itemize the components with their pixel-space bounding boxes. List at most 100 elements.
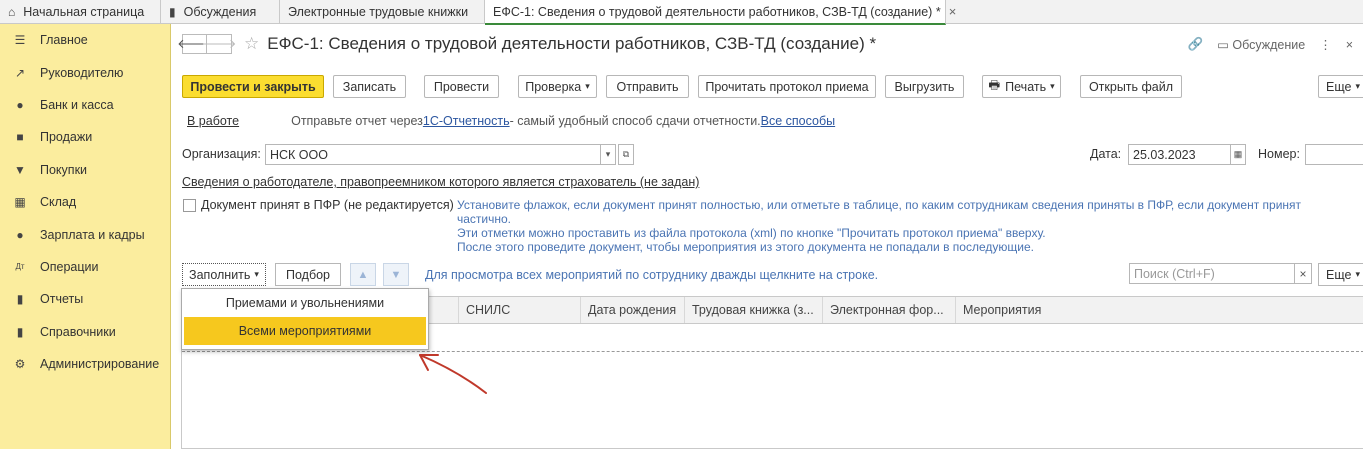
close-icon[interactable]: × <box>1346 38 1353 52</box>
chevron-down-icon: ▾ <box>1355 269 1360 279</box>
accepted-checkbox[interactable] <box>183 199 196 212</box>
dt-kt-icon: Дт <box>15 262 25 272</box>
employer-link[interactable]: Сведения о работодателе, правопреемником… <box>182 175 699 189</box>
sidebar-item-label: Главное <box>40 33 88 48</box>
check-button[interactable]: Проверка ▾ <box>518 75 597 98</box>
column-header[interactable]: Электронная фор... <box>822 297 955 323</box>
select-button[interactable]: Подбор <box>275 263 341 286</box>
menu-icon: ☰ <box>14 33 26 48</box>
sidebar-item-label: Банк и касса <box>40 97 114 112</box>
sidebar-item-label: Администрирование <box>40 357 160 372</box>
print-button[interactable]: 🖶 Печать ▾ <box>982 75 1061 98</box>
more-button[interactable]: Еще ▾ <box>1318 75 1363 98</box>
fill-label: Заполнить <box>189 267 251 282</box>
date-field[interactable]: 25.03.2023 <box>1128 144 1232 165</box>
check-label: Проверка <box>525 79 582 94</box>
form-header: 🡐 🡒 ☆ ЕФС-1: Сведения о трудовой деятель… <box>177 34 876 54</box>
tab-label: ЕФС-1: Сведения о трудовой деятельности … <box>493 4 941 19</box>
sidebar-item-manager[interactable]: ↗ Руководителю <box>0 56 170 88</box>
tab-label: Начальная страница <box>23 5 145 19</box>
coin-icon: ● <box>16 97 24 112</box>
print-label: Печать <box>1005 79 1047 94</box>
menu-item-hires-dismissals[interactable]: Приемами и увольнениями <box>182 289 428 317</box>
number-field[interactable] <box>1305 144 1363 165</box>
table-more-button[interactable]: Еще ▾ <box>1318 263 1363 286</box>
post-button[interactable]: Провести <box>424 75 499 98</box>
star-icon[interactable]: ☆ <box>244 34 259 54</box>
discussion-button[interactable]: ▭ Обсуждение <box>1217 37 1305 52</box>
chevron-down-icon: ▾ <box>1355 81 1360 91</box>
sidebar-item-label: Справочники <box>40 324 116 339</box>
trend-icon: ↗ <box>14 65 26 80</box>
bag-icon: ■ <box>16 130 24 145</box>
header-actions: 🔗 ▭ Обсуждение ⋮ × <box>1187 37 1353 52</box>
sidebar: ☰ Главное ↗ Руководителю ● Банк и касса ■ Пр… <box>0 24 171 449</box>
menu-item-all-events[interactable]: Всеми мероприятиями <box>184 317 426 345</box>
chat-icon: ▭ <box>1217 38 1229 52</box>
home-icon: ⌂ <box>8 5 16 19</box>
chevron-down-icon: ▾ <box>1050 81 1055 91</box>
sidebar-item-label: Операции <box>40 259 99 274</box>
sidebar-item-label: Покупки <box>40 162 88 177</box>
tab-label: Обсуждения <box>183 5 257 19</box>
sidebar-item-main[interactable]: ☰ Главное <box>0 24 170 56</box>
fill-button[interactable]: Заполнить ▾ <box>182 263 266 286</box>
sidebar-item-catalogs[interactable]: ▮ Справочники <box>0 316 170 348</box>
table-hint: Для просмотра всех мероприятий по сотруд… <box>425 268 879 282</box>
sidebar-item-reports[interactable]: ▮ Отчеты <box>0 283 170 315</box>
move-up-icon[interactable]: ▲ <box>350 263 376 286</box>
sidebar-item-sales[interactable]: ■ Продажи <box>0 121 170 153</box>
tab-bar: ⌂ Начальная страница ▮ Обсуждения Электр… <box>0 0 1363 25</box>
all-ways-link[interactable]: Все способы <box>761 114 835 128</box>
number-label: Номер: <box>1258 147 1300 161</box>
more-label: Еще <box>1326 267 1352 282</box>
column-header[interactable]: Дата рождения <box>580 297 684 323</box>
state-link[interactable]: В работе <box>187 114 239 128</box>
tab-efs1[interactable]: ЕФС-1: Сведения о трудовой деятельности … <box>485 0 956 25</box>
sidebar-item-purchases[interactable]: ▼ Покупки <box>0 154 170 186</box>
close-tab-icon[interactable]: × <box>949 4 957 19</box>
sidebar-item-label: Отчеты <box>40 292 84 307</box>
status-text: Отправьте отчет через <box>291 114 423 128</box>
column-header[interactable]: Трудовая книжка (з... <box>684 297 822 323</box>
column-header[interactable]: Мероприятия <box>955 297 1255 323</box>
sidebar-item-label: Зарплата и кадры <box>40 227 145 242</box>
org-field[interactable]: НСК ООО <box>265 144 601 165</box>
sidebar-item-label: Руководителю <box>40 65 124 80</box>
upload-button[interactable]: Выгрузить <box>885 75 964 98</box>
open-icon[interactable]: ⧉ <box>618 144 634 165</box>
tab-e-workbooks[interactable]: Электронные трудовые книжки <box>280 0 485 24</box>
discussion-label: Обсуждение <box>1232 38 1306 52</box>
cart-icon: ▼ <box>14 162 26 177</box>
clear-search-icon[interactable]: × <box>1294 263 1312 284</box>
hint-text: Установите флажок, если документ принят … <box>457 198 1301 254</box>
1c-reporting-link[interactable]: 1С-Отчетность <box>423 114 510 128</box>
column-header[interactable]: СНИЛС <box>458 297 580 323</box>
sidebar-item-operations[interactable]: Дт Операции <box>0 251 170 283</box>
search-input[interactable]: Поиск (Ctrl+F) <box>1129 263 1295 284</box>
sidebar-item-label: Продажи <box>40 130 93 145</box>
sidebar-item-salary[interactable]: ● Зарплата и кадры <box>0 218 170 250</box>
chevron-down-icon: ▾ <box>585 81 590 91</box>
post-and-close-button[interactable]: Провести и закрыть <box>182 75 324 98</box>
bar-chart-icon: ▮ <box>16 292 24 307</box>
calendar-icon[interactable]: ▦ <box>1230 144 1246 165</box>
link-icon[interactable]: 🔗 <box>1187 37 1203 52</box>
send-button[interactable]: Отправить <box>606 75 689 98</box>
gear-icon: ⚙ <box>14 357 26 372</box>
forward-button[interactable]: 🡒 <box>202 34 236 54</box>
sidebar-item-admin[interactable]: ⚙ Администрирование <box>0 348 170 380</box>
sidebar-item-bank[interactable]: ● Банк и касса <box>0 89 170 121</box>
move-down-icon[interactable]: ▼ <box>383 263 409 286</box>
hint-line: Установите флажок, если документ принят … <box>457 198 1302 212</box>
save-button[interactable]: Записать <box>333 75 406 98</box>
fill-dropdown-menu: Приемами и увольнениями Всеми мероприяти… <box>181 288 429 350</box>
read-protocol-button[interactable]: Прочитать протокол приема <box>698 75 876 98</box>
sidebar-item-warehouse[interactable]: ▦ Склад <box>0 186 170 218</box>
more-vertical-icon[interactable]: ⋮ <box>1319 37 1332 52</box>
tab-home[interactable]: ⌂ Начальная страница <box>0 0 161 24</box>
row-divider <box>182 351 1363 352</box>
tab-discussions[interactable]: ▮ Обсуждения <box>161 0 280 24</box>
open-file-button[interactable]: Открыть файл <box>1080 75 1182 98</box>
dropdown-icon[interactable]: ▾ <box>600 144 616 165</box>
